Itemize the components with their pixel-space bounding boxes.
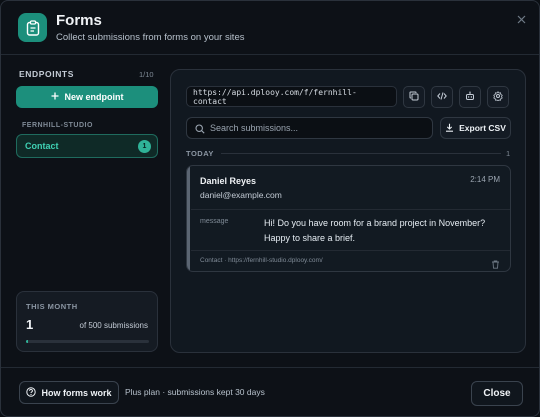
usage-progress-fill [26, 340, 28, 343]
how-forms-work-label: How forms work [41, 387, 112, 398]
new-endpoint-label: New endpoint [64, 92, 124, 102]
embed-code-button[interactable] [431, 86, 453, 108]
forms-dialog: Forms Collect submissions from forms on … [0, 0, 540, 417]
copy-icon [409, 88, 419, 106]
field-key: message [200, 218, 229, 225]
robot-icon [465, 88, 475, 106]
day-group-label: TODAY [186, 149, 214, 158]
new-endpoint-button[interactable]: New endpoint [16, 86, 158, 108]
submission-accent [187, 166, 190, 271]
usage-label: THIS MONTH [26, 302, 78, 311]
endpoints-heading: ENDPOINTS [19, 69, 74, 79]
submission-source: Contact · https://fernhill-studio.dplooy… [200, 257, 323, 264]
dialog-header: Forms Collect submissions from forms on … [1, 1, 539, 55]
usage-card: THIS MONTH 1 of 500 submissions [16, 291, 158, 352]
submission-divider [191, 209, 510, 210]
plus-icon [51, 92, 59, 102]
endpoint-settings-button[interactable] [487, 86, 509, 108]
dialog-title: Forms [56, 12, 102, 29]
dialog-subtitle: Collect submissions from forms on your s… [56, 32, 245, 43]
close-icon[interactable] [515, 13, 527, 25]
settings-icon [493, 88, 503, 106]
code-icon [437, 88, 447, 106]
close-button[interactable]: Close [471, 381, 523, 406]
endpoint-url-field[interactable]: https://api.dplooy.com/f/fernhill-contac… [186, 86, 397, 107]
unread-count-badge: 1 [138, 140, 151, 153]
spam-protection-button[interactable] [459, 86, 481, 108]
endpoint-name: Contact [25, 141, 59, 151]
day-group-count: 1 [506, 149, 511, 158]
endpoints-count: 1/10 [139, 70, 154, 79]
search-field[interactable] [186, 117, 433, 139]
day-divider [221, 153, 501, 154]
field-value: Hi! Do you have room for a brand project… [264, 218, 486, 243]
sidebar-item-contact[interactable]: Contact 1 [16, 134, 158, 158]
how-forms-work-button[interactable]: How forms work [19, 381, 119, 404]
search-icon [195, 124, 205, 134]
submitter-email: daniel@example.com [200, 190, 282, 200]
submission-footer-divider [191, 250, 510, 251]
submission-time: 2:14 PM [470, 175, 500, 184]
search-input[interactable] [210, 118, 430, 138]
usage-progress-bar [26, 340, 149, 343]
dialog-footer: How forms work Plus plan · submissions k… [1, 367, 539, 416]
usage-limit: of 500 submissions [79, 321, 148, 330]
copy-url-button[interactable] [403, 86, 425, 108]
submission-card[interactable]: Daniel Reyes daniel@example.com 2:14 PM … [186, 165, 511, 272]
submitter-name: Daniel Reyes [200, 176, 257, 186]
usage-value: 1 [26, 317, 34, 332]
clipboard-icon [18, 13, 47, 42]
export-csv-label: Export CSV [459, 123, 506, 133]
download-icon [445, 123, 454, 134]
help-icon [26, 386, 37, 399]
submissions-panel: https://api.dplooy.com/f/fernhill-contac… [170, 69, 526, 353]
export-csv-button[interactable]: Export CSV [440, 117, 511, 139]
site-group-label: FERNHILL-STUDIO [22, 122, 93, 129]
plan-info: Plus plan · submissions kept 30 days [125, 387, 265, 397]
trash-icon[interactable] [491, 256, 500, 271]
